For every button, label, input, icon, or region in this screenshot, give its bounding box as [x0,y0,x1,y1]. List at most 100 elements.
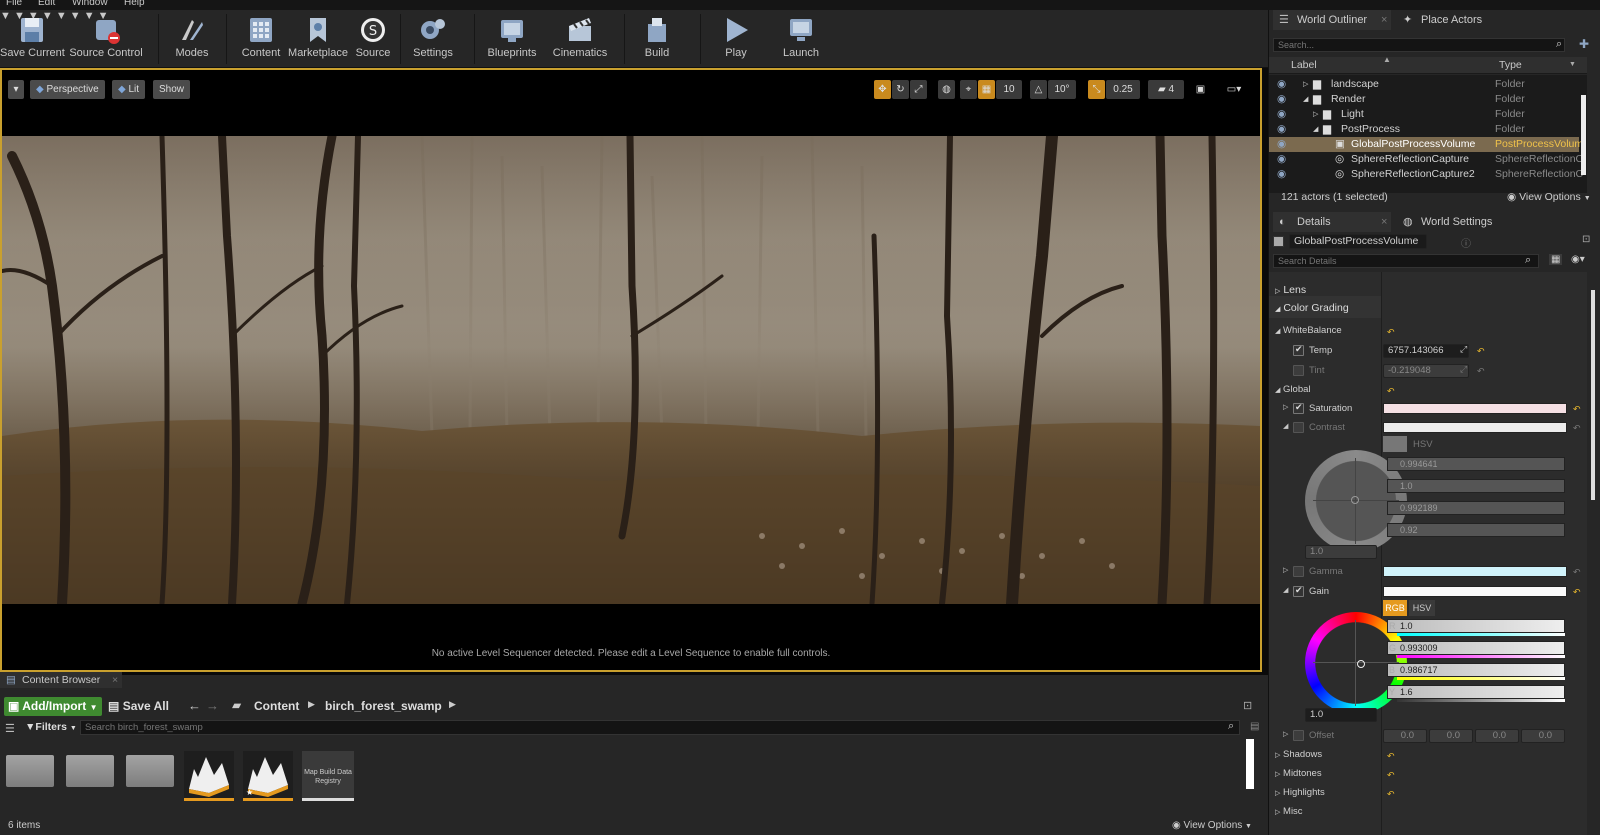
close-tab-icon[interactable]: × [112,672,118,688]
translate-tool-icon[interactable]: ✥ [874,80,891,99]
expand-arrow-icon[interactable]: ▷ [1303,77,1308,92]
cinematics-button[interactable]: Cinematics [548,10,612,68]
sources-panel-icon[interactable]: ☰ [5,722,15,735]
contrast-override-checkbox[interactable] [1293,422,1304,433]
viewport-options-button[interactable]: ▾ [8,80,24,99]
list-item[interactable]: ◉ ▷ ▆ Light Folder [1269,107,1579,122]
menu-help[interactable]: Help [124,0,145,8]
content-button[interactable]: Content [234,10,288,68]
hsv-mode-button[interactable]: HSV [1413,439,1433,450]
menu-file[interactable]: File [6,0,22,8]
menu-window[interactable]: Window [72,0,108,8]
column-label[interactable]: Label [1291,59,1317,71]
expand-arrow-icon[interactable]: ▷ [1283,566,1288,574]
gain-slider-g[interactable]: G 0.993009 [1387,641,1565,655]
contrast-slider-w[interactable]: 0.92 [1387,523,1565,537]
maximize-viewport-icon[interactable]: ▣ [1192,80,1209,99]
menu-edit[interactable]: Edit [38,0,55,8]
reset-arrow-icon[interactable]: ↶ [1387,771,1395,780]
wheel-picker-handle[interactable] [1357,660,1365,668]
settings-button[interactable]: Settings [406,10,460,68]
hsv-mode-button[interactable]: HSV [1409,600,1435,616]
perspective-button[interactable]: ◆ Perspective [30,80,105,99]
chevron-down-icon[interactable]: ▼ [1569,61,1576,68]
collapse-arrow-icon[interactable]: ◢ [1283,422,1288,430]
gain-color-swatch[interactable] [1383,586,1567,597]
eye-icon[interactable]: ◉ [1277,152,1286,167]
modes-button[interactable]: Modes [166,10,218,68]
expand-arrow-icon[interactable]: ▷ [1283,403,1288,411]
gain-wheel-value[interactable]: 1.0 [1305,708,1377,722]
layout-icon[interactable]: ▭▾ [1214,80,1254,99]
collapse-arrow-icon[interactable]: ◢ [1303,92,1308,107]
reset-arrow-icon[interactable]: ↶ [1573,568,1581,577]
list-item[interactable]: ◉ ▷ ▆ landscape Folder [1269,77,1579,92]
offset-x-input[interactable]: 0.0 [1383,729,1427,743]
rotation-snap-icon[interactable]: △ [1030,80,1047,99]
contrast-slider-z[interactable]: 0.992189 [1387,501,1565,515]
column-type[interactable]: Type [1499,59,1522,71]
reset-arrow-icon[interactable]: ↶ [1387,328,1395,337]
source-control-button[interactable]: Source Control [68,10,144,68]
reset-arrow-icon[interactable]: ↶ [1387,387,1395,396]
temp-input[interactable]: 6757.143066 [1383,344,1469,358]
reset-arrow-icon[interactable]: ↶ [1387,790,1395,799]
contrast-slider-y[interactable]: 1.0 [1387,479,1565,493]
outliner-view-options-button[interactable]: ◉ View Options ▼ [1507,191,1591,203]
contrast-color-swatch[interactable] [1383,422,1567,433]
lock-icon[interactable]: ⊡ [1243,699,1252,712]
map-asset-item[interactable]: ★ [243,751,293,801]
details-scrollbar[interactable] [1591,290,1595,500]
forward-arrow-icon[interactable]: → [206,698,219,713]
lit-button[interactable]: ◆ Lit [112,80,146,99]
group-highlights[interactable]: ▷ Highlights [1275,787,1325,798]
offset-y-input[interactable]: 0.0 [1429,729,1473,743]
actor-name-field[interactable]: GlobalPostProcessVolume [1289,234,1427,249]
saturation-color-swatch[interactable] [1383,403,1567,414]
list-item-selected[interactable]: ◉ ▣ GlobalPostProcessVolume PostProcessV… [1269,137,1583,152]
folder-item[interactable] [6,755,54,787]
drag-handle-icon[interactable]: ⤢ [1460,344,1467,355]
breadcrumb-birch-forest-swamp[interactable]: birch_forest_swamp [325,699,442,713]
view-options-button[interactable]: ◉ View Options ▼ [1172,820,1252,831]
tab-content-browser[interactable]: ▤ Content Browser × [0,672,122,688]
rgb-mode-button[interactable]: RGB [1383,600,1407,616]
scale-snap-icon[interactable]: ⤡ [1088,80,1105,99]
forest-scene-render[interactable] [2,136,1260,604]
folder-item[interactable] [66,755,114,787]
outliner-scrollbar[interactable] [1581,95,1586,175]
list-item[interactable]: ◉ ◎ SphereReflectionCapture2 SphereRefle… [1269,167,1583,182]
expand-arrow-icon[interactable]: ▷ [1283,730,1288,738]
lock-icon[interactable]: ⊡ [1582,234,1590,245]
level-viewport[interactable]: ▾ ◆ Perspective ◆ Lit Show ✥ ↻ ⤢ ◍ ⌖ ▦ 1… [0,68,1262,672]
offset-w-input[interactable]: 0.0 [1521,729,1565,743]
grid-snap-icon[interactable]: ▦ [978,80,995,99]
surface-snap-icon[interactable]: ⌖ [960,80,977,99]
gain-override-checkbox[interactable] [1293,585,1304,597]
eye-icon[interactable]: ◉ [1277,137,1286,152]
asset-scrollbar[interactable] [1246,739,1254,789]
scale-tool-icon[interactable]: ⤢ [910,80,927,99]
group-shadows[interactable]: ▷ Shadows [1275,749,1322,760]
help-icon[interactable]: ⓘ [1461,235,1471,250]
wheel-picker-handle[interactable] [1351,496,1359,504]
eye-icon[interactable]: ◉▾ [1571,254,1585,265]
breadcrumb-separator-icon[interactable]: ▶ [308,699,315,710]
group-misc[interactable]: ▷ Misc [1275,806,1303,817]
tint-override-checkbox[interactable] [1293,365,1304,376]
group-midtones[interactable]: ▷ Midtones [1275,768,1322,779]
list-item[interactable]: ◉ ◢ ▆ PostProcess Folder [1269,122,1579,137]
eye-icon[interactable]: ◉ [1277,122,1286,137]
group-global[interactable]: ◢ Global [1275,384,1311,395]
tab-details[interactable]: ◐ Details × [1273,212,1391,232]
collapse-arrow-icon[interactable]: ◢ [1283,586,1288,594]
reset-arrow-icon[interactable]: ↶ [1477,347,1485,356]
reset-arrow-icon[interactable]: ↶ [1477,367,1485,376]
rotate-tool-icon[interactable]: ↻ [892,80,909,99]
camera-speed-button[interactable]: ▰ 4 [1148,80,1184,99]
close-tab-icon[interactable]: × [1381,10,1387,30]
tab-place-actors[interactable]: ✦ Place Actors [1397,10,1515,30]
save-all-button[interactable]: ▤ Save All [108,697,169,716]
group-white-balance[interactable]: ◢ WhiteBalance [1275,325,1342,336]
reset-arrow-icon[interactable]: ↶ [1387,752,1395,761]
